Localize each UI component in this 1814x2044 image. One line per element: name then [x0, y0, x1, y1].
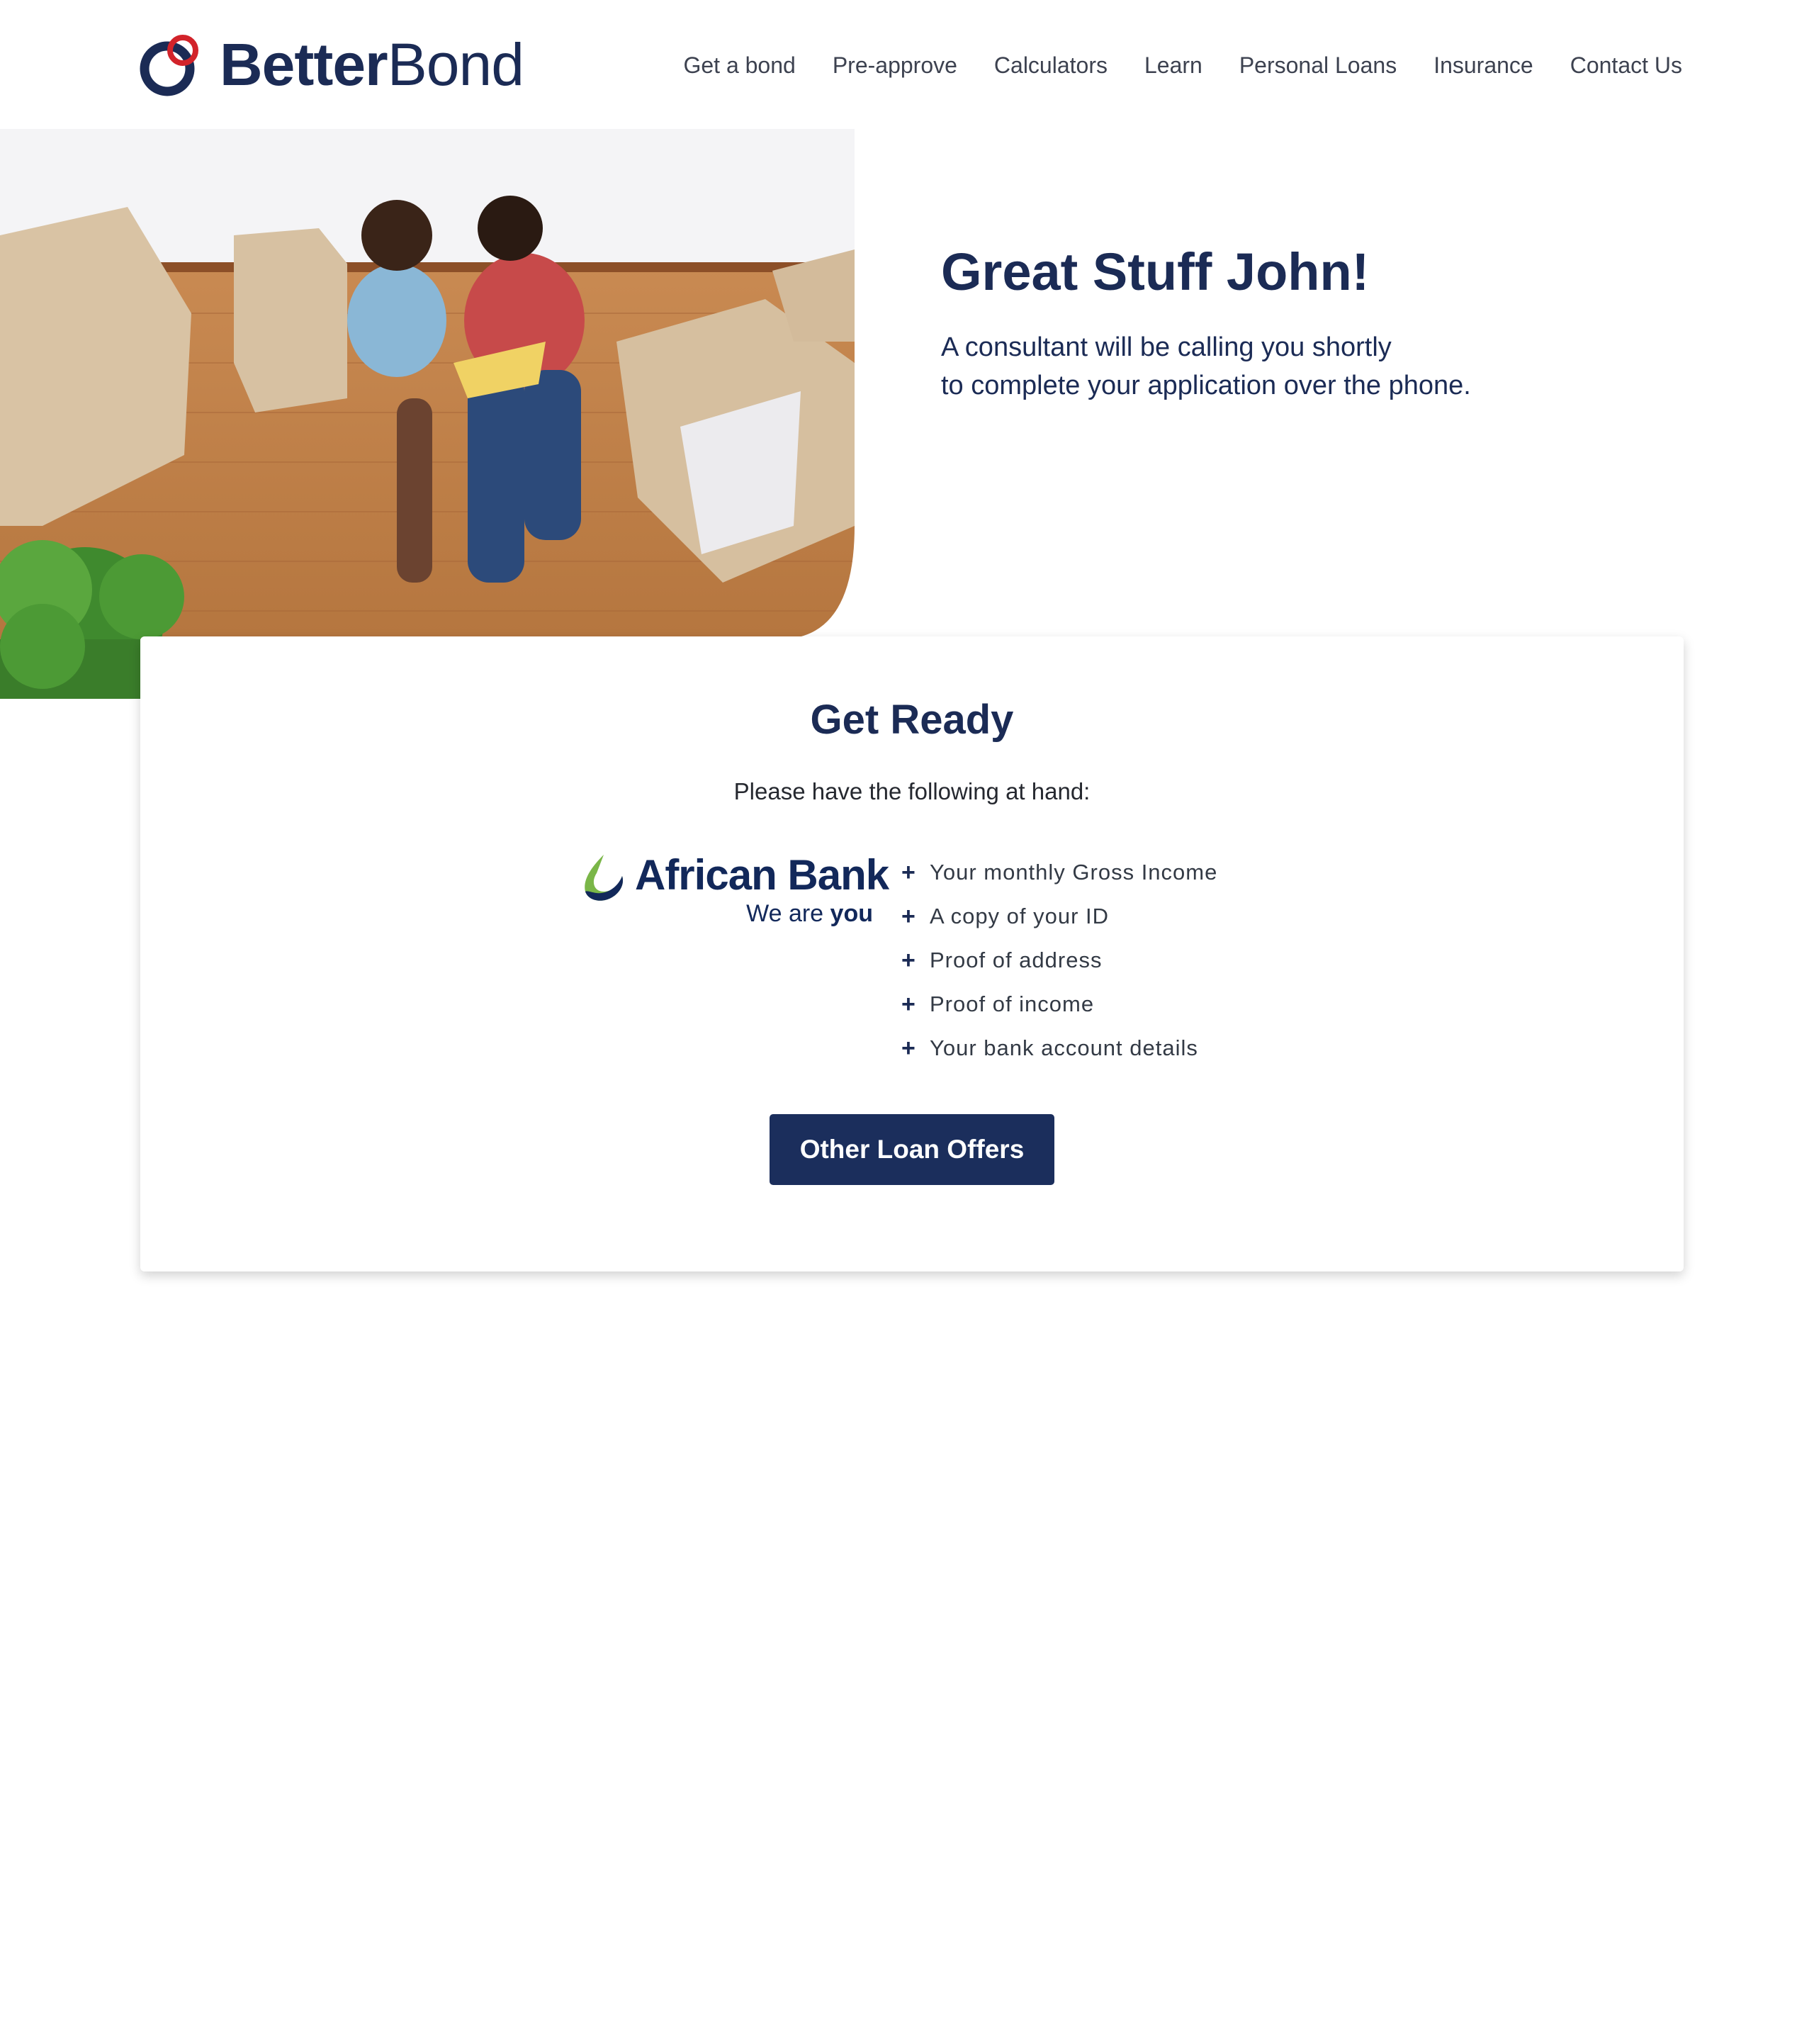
required-documents-list: + Your monthly Gross Income + A copy of yo…	[901, 850, 1217, 1070]
betterbond-logo-text: BetterBond	[220, 31, 524, 98]
site-header: BetterBond Get a bond Pre-approve Calcul…	[0, 0, 1814, 129]
plus-icon: +	[901, 946, 916, 974]
card-title: Get Ready	[810, 697, 1014, 743]
list-item: + Your bank account details	[901, 1034, 1198, 1062]
card-subtitle: Please have the following at hand:	[733, 778, 1091, 804]
plus-icon: +	[901, 1034, 916, 1062]
hero-subtitle-line2: to complete your application over the ph…	[941, 370, 1471, 400]
plus-icon: +	[901, 990, 916, 1018]
other-loan-offers-button[interactable]: Other Loan Offers	[770, 1114, 1054, 1185]
nav-contact-us[interactable]: Contact Us	[1570, 48, 1682, 82]
nav-learn[interactable]: Learn	[1144, 48, 1202, 82]
african-bank-name: African Bank	[635, 851, 889, 899]
get-ready-card: Get Ready Please have the following at h…	[140, 636, 1684, 1271]
main-nav: Get a bond Pre-approve Calculators Learn…	[683, 48, 1682, 82]
nav-pre-approve[interactable]: Pre-approve	[833, 48, 957, 82]
hero-subtitle: A consultant will be calling you shortly…	[941, 328, 1720, 405]
hero-text: Great Stuff John! A consultant will be c…	[941, 241, 1720, 405]
list-item: + A copy of your ID	[901, 902, 1110, 930]
nav-insurance[interactable]: Insurance	[1433, 48, 1533, 82]
hero-title: Great Stuff John!	[941, 242, 1370, 301]
betterbond-logo-icon	[140, 35, 198, 96]
plus-icon: +	[901, 858, 916, 886]
hero-subtitle-line1: A consultant will be calling you shortly	[941, 332, 1392, 362]
betterbond-logo[interactable]: BetterBond	[139, 31, 524, 98]
african-bank-tagline: We are you	[746, 900, 873, 927]
african-bank-logo-icon	[585, 855, 624, 901]
african-bank-logo: African Bank We are you	[575, 850, 889, 936]
hero-photo	[0, 129, 855, 699]
nav-get-a-bond[interactable]: Get a bond	[683, 48, 795, 82]
list-item: + Proof of income	[901, 990, 1095, 1018]
nav-personal-loans[interactable]: Personal Loans	[1239, 48, 1397, 82]
list-item: + Your monthly Gross Income	[901, 858, 1218, 886]
nav-calculators[interactable]: Calculators	[994, 48, 1108, 82]
list-item: + Proof of address	[901, 946, 1103, 974]
plus-icon: +	[901, 902, 916, 930]
